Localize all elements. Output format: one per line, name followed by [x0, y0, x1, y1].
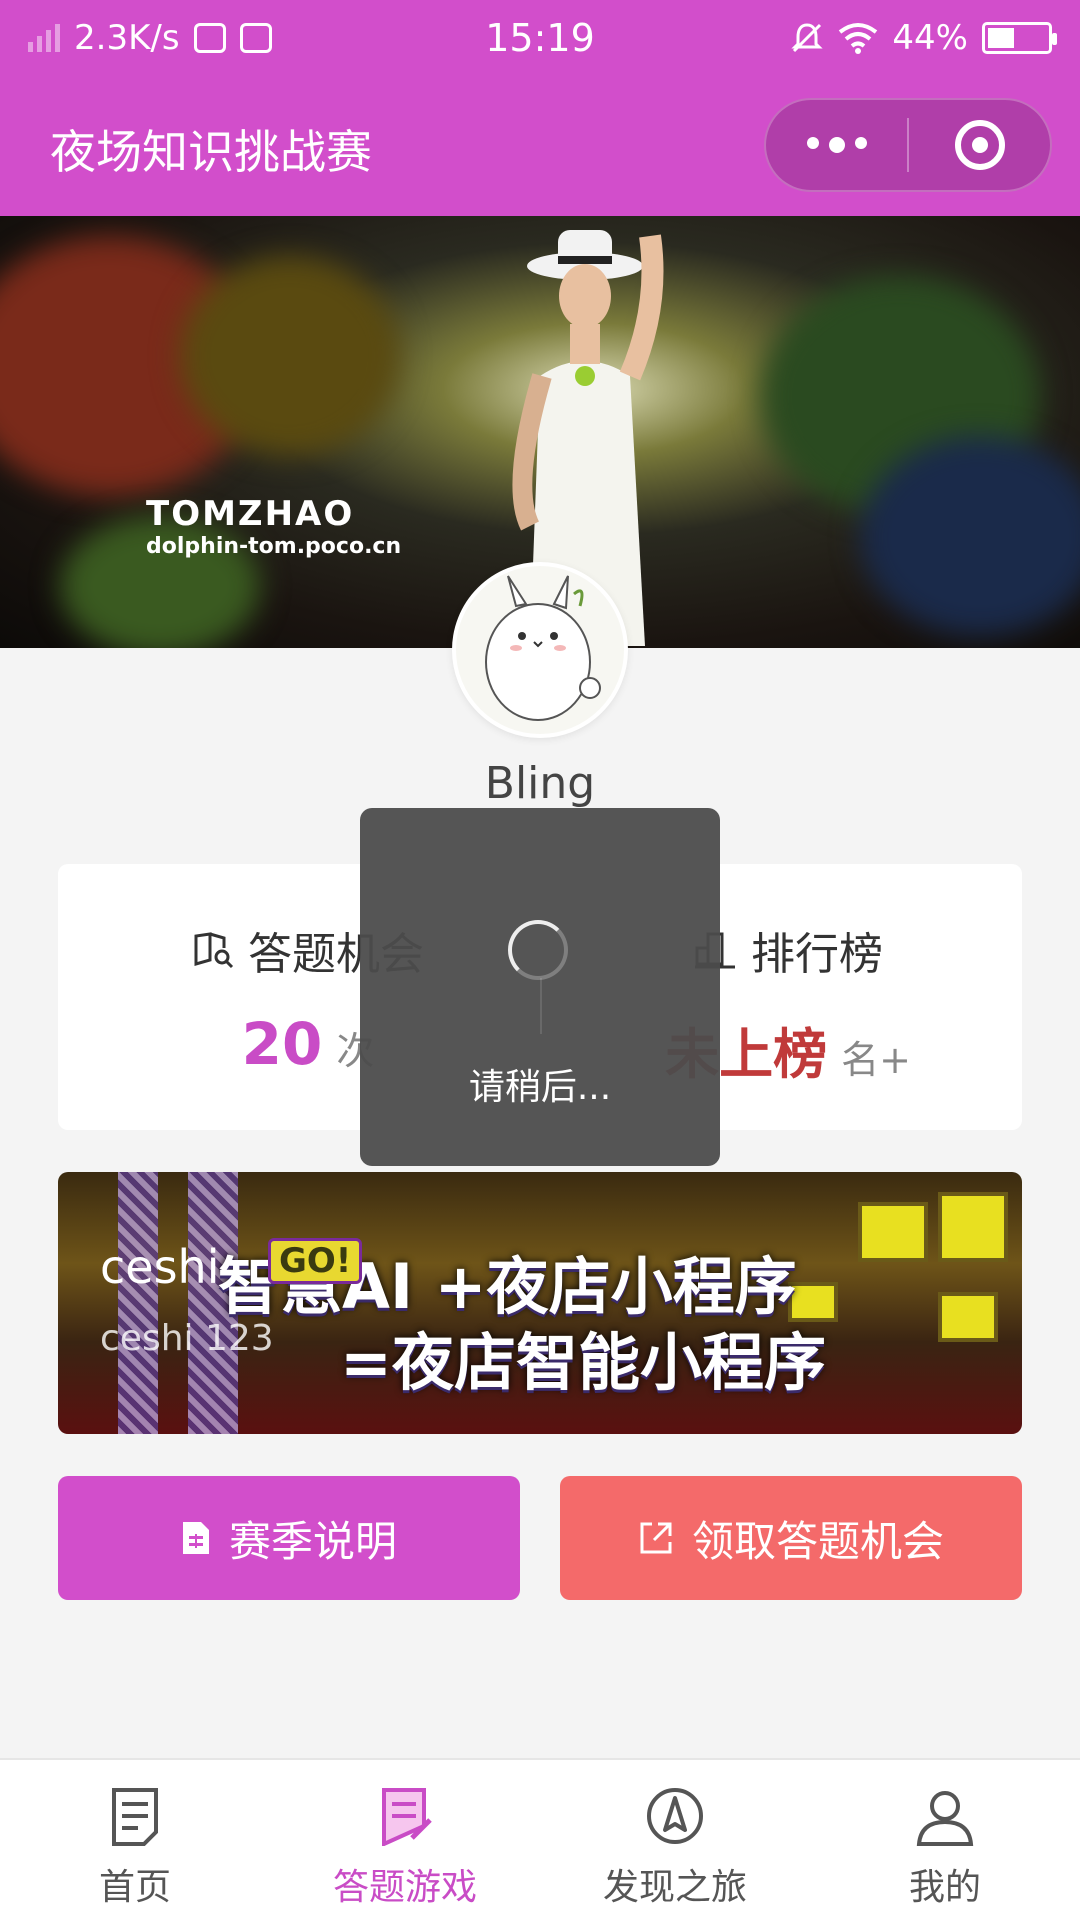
status-right: 44%: [790, 18, 1057, 58]
promo-decor-lamp: [938, 1192, 1008, 1262]
tab-label: 首页: [98, 1867, 171, 1908]
go-badge: GO!: [268, 1238, 363, 1284]
close-mini-program-icon[interactable]: [909, 120, 1050, 170]
status-left: 2.3K/s: [28, 18, 790, 58]
promo-decor-lamp: [938, 1292, 998, 1342]
document-icon: [182, 1522, 209, 1554]
username: Bling: [484, 758, 596, 809]
battery-percent: 44%: [892, 18, 968, 58]
vivo-app-icon: [193, 23, 226, 53]
chances-value-row: 20 次: [242, 1010, 375, 1078]
external-link-icon: [640, 1522, 672, 1554]
compass-icon: [647, 1788, 703, 1844]
battery-icon: [982, 22, 1057, 54]
get-chances-button[interactable]: 领取答题机会: [560, 1476, 1022, 1600]
season-info-button[interactable]: 赛季说明: [58, 1476, 520, 1600]
app-icon: [239, 23, 272, 53]
battery-fill: [988, 28, 1014, 48]
user-icon: [916, 1791, 974, 1846]
network-speed: 2.3K/s: [74, 18, 180, 58]
quiz-icon: [382, 1788, 432, 1846]
chances-count: 20: [241, 1010, 323, 1078]
tab-mine[interactable]: 我的: [810, 1760, 1080, 1920]
tab-home[interactable]: 首页: [0, 1760, 270, 1920]
watermark-title: TOMZHAO: [146, 494, 355, 534]
rank-header: 排行榜: [693, 918, 883, 982]
tab-discover[interactable]: 发现之旅: [540, 1760, 810, 1920]
mute-icon: [791, 23, 824, 53]
rank-unit: 名+: [841, 1038, 911, 1082]
promo-caption-subtitle: ceshi 123: [100, 1318, 274, 1359]
promo-banner[interactable]: 智慧AI +夜店小程序 =夜店智能小程序 GO! ceshi ceshi 123: [58, 1172, 1022, 1434]
status-bar: 2.3K/s 15:19 44%: [0, 0, 1080, 76]
book-search-icon: [194, 932, 234, 969]
signal-icon: [28, 24, 60, 52]
watermark-url: dolphin-tom.poco.cn: [146, 534, 402, 559]
mini-program-capsule: [764, 98, 1052, 192]
toast-divider: [540, 978, 542, 1034]
tab-label: 我的: [908, 1867, 981, 1908]
tab-bar: 首页 答题游戏 发现之旅 我的: [0, 1758, 1080, 1920]
get-chances-label: 领取答题机会: [691, 1516, 944, 1566]
avatar[interactable]: [452, 562, 628, 738]
promo-headline-2: =夜店智能小程序: [340, 1326, 826, 1399]
tab-quiz[interactable]: 答题游戏: [270, 1760, 540, 1920]
more-icon[interactable]: [766, 137, 907, 153]
season-info-label: 赛季说明: [228, 1516, 397, 1566]
promo-caption-title: ceshi: [100, 1240, 220, 1294]
avatar-totoro-icon: [485, 575, 601, 721]
promo-decor-lamp: [858, 1202, 928, 1262]
banner-watermark: TOMZHAO dolphin-tom.poco.cn: [146, 494, 401, 559]
wifi-icon: [839, 23, 878, 54]
loading-text: 请稍后...: [468, 1067, 612, 1108]
loading-spinner-icon: [508, 920, 568, 980]
page-title: 夜场知识挑战赛: [50, 125, 372, 179]
tab-label: 发现之旅: [602, 1867, 747, 1908]
title-bar: 夜场知识挑战赛: [0, 76, 1080, 216]
tab-label: 答题游戏: [332, 1867, 477, 1908]
rank-label: 排行榜: [751, 929, 883, 980]
home-doc-icon: [112, 1788, 158, 1846]
loading-toast: 请稍后...: [360, 808, 720, 1166]
promo-decor-pillar: [118, 1172, 158, 1434]
